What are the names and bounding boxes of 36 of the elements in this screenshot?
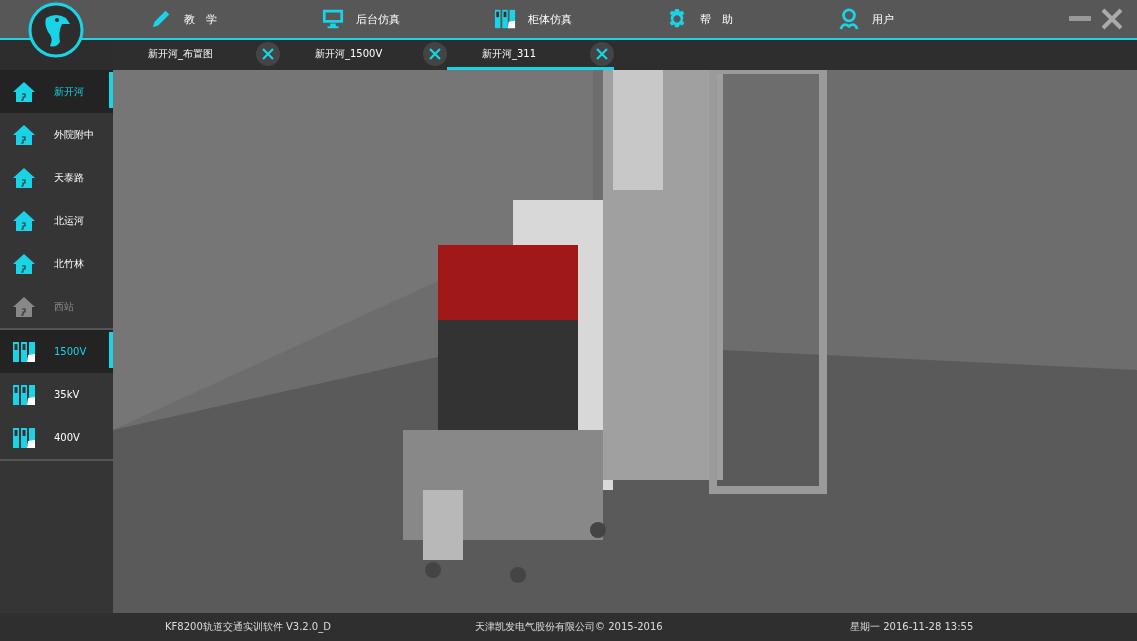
house-icon [12,79,36,104]
close-icon[interactable] [590,41,614,66]
cabinet-icon [12,339,36,364]
minimize-icon[interactable] [1069,16,1091,22]
cabinet-icon [494,8,516,30]
cabinet-icon [12,425,36,450]
sidebar-item[interactable]: 400V [0,416,113,459]
sidebar-item[interactable]: 新开河 [0,70,113,113]
nav-button[interactable]: 柜体仿真 [494,8,666,30]
close-icon[interactable] [256,41,280,66]
nav-button[interactable]: 教 学 [150,8,322,30]
sidebar-item[interactable]: 1500V [0,330,113,373]
sidebar-item[interactable]: 天泰路 [0,156,113,199]
software-version-text: KF8200轨道交通实训软件 V3.2.0_D [165,620,332,634]
copyright-text: 天津凯发电气股份有限公司© 2015-2016 [475,620,664,634]
monitor-icon [322,8,344,30]
nav-button[interactable]: 用户 [838,8,894,30]
user-icon [838,8,860,30]
sidebar-item[interactable]: 外院附中 [0,113,113,156]
sidebar-item[interactable]: 35kV [0,373,113,416]
tab[interactable]: 新开河_1500V [280,40,447,70]
house-icon [12,165,36,190]
sidebar-item[interactable]: 北运河 [0,199,113,242]
house-icon [12,122,36,147]
pencil-icon [150,8,172,30]
close-icon[interactable] [1101,8,1123,30]
sidebar-item[interactable]: 北竹林 [0,242,113,285]
house-icon [12,251,36,276]
tab[interactable]: 新开河_布置图 [113,40,280,70]
close-icon[interactable] [423,41,447,66]
cabinet-icon [12,382,36,407]
nav-button[interactable]: 帮 助 [666,8,838,30]
datetime-text: 星期一 2016-11-28 13:55 [850,620,974,634]
house-icon [12,294,36,319]
nav-button[interactable]: 后台仿真 [322,8,494,30]
house-icon [12,208,36,233]
